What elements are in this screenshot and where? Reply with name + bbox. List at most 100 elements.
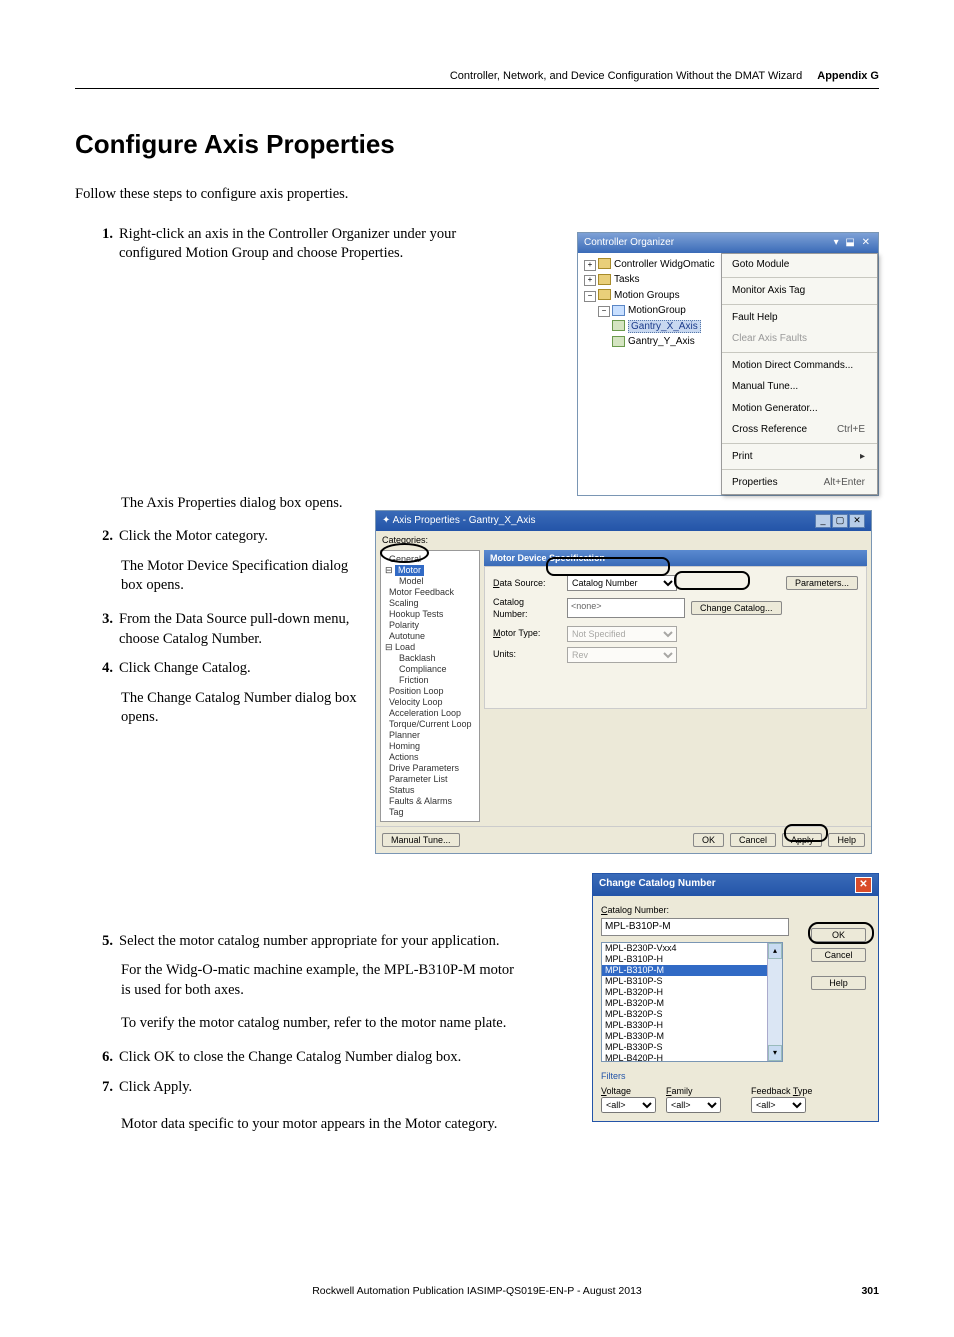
list-item[interactable]: MPL-B310P-H [602,954,782,965]
tree-item[interactable]: Position Loop [381,686,479,697]
menu-item-goto[interactable]: Goto Module [722,254,877,276]
menu-separator [722,304,877,305]
tree-item[interactable]: Drive Parameters [381,763,479,774]
step-sub: For the Widg-O-matic machine example, th… [121,961,521,1000]
window-titlebar: Controller Organizer ▾ ⬓ ✕ [578,233,878,253]
tree-item[interactable]: Status [381,785,479,796]
tree-item[interactable]: Scaling [381,598,479,609]
family-select[interactable]: <all> [666,1097,721,1113]
tree-item[interactable]: Tasks [614,274,640,285]
dialog-titlebar: ✦ Axis Properties - Gantry_X_Axis _▢✕ [376,511,871,531]
menu-item-fault[interactable]: Fault Help [722,307,877,329]
window-buttons[interactable]: _▢✕ [814,514,865,528]
tree-item[interactable]: Controller WidgOmatic [614,259,715,270]
list-item[interactable]: MPL-B420P-H [602,1053,782,1062]
step-sub: To verify the motor catalog number, refe… [121,1014,551,1034]
hotkey-label: Alt+Enter [824,476,865,490]
tree-item[interactable]: Autotune [381,631,479,642]
menu-item-motion-gen[interactable]: Motion Generator... [722,398,877,420]
tree-item[interactable]: Velocity Loop [381,697,479,708]
step-num: 1. [93,225,119,245]
list-item-selected[interactable]: MPL-B310P-M [602,965,782,976]
tree-item[interactable]: Acceleration Loop [381,708,479,719]
tree-item[interactable]: Motor Feedback [381,587,479,598]
cancel-button[interactable]: Cancel [811,948,866,962]
list-item[interactable]: MPL-B330P-S [602,1042,782,1053]
tree-item[interactable]: MotionGroup [628,305,686,316]
catalog-list[interactable]: MPL-B230P-Vxx4 MPL-B310P-H MPL-B310P-M M… [601,942,783,1062]
step-text: From the Data Source pull-down menu, cho… [119,610,359,649]
family-label: Family [666,1085,721,1097]
menu-item-manual-tune[interactable]: Manual Tune... [722,376,877,398]
tree-item[interactable]: Homing [381,741,479,752]
list-item[interactable]: MPL-B310P-S [602,976,782,987]
dialog-title: Axis Properties - Gantry_X_Axis [393,515,536,526]
menu-item-mdc[interactable]: Motion Direct Commands... [722,355,877,377]
tree-item[interactable]: Backlash [381,653,479,664]
voltage-select[interactable]: <all> [601,1097,656,1113]
change-catalog-button[interactable]: Change Catalog... [691,601,782,615]
menu-item-properties[interactable]: PropertiesAlt+Enter [722,472,877,494]
tree-item[interactable]: Model [381,576,479,587]
category-tree[interactable]: General ⊟ Motor Model Motor Feedback Sca… [380,550,480,822]
collapse-icon[interactable]: − [584,291,596,302]
folder-icon [598,258,611,269]
apply-button[interactable]: Apply [782,833,823,847]
step-num: 5. [93,932,119,952]
tree-item[interactable]: Load [395,642,415,652]
tree-item[interactable]: Motion Groups [614,290,680,301]
tree-item[interactable]: Faults & Alarms [381,796,479,807]
menu-item-print[interactable]: Print▸ [722,446,877,468]
list-item[interactable]: MPL-B320P-H [602,987,782,998]
ok-button[interactable]: OK [693,833,724,847]
step-text: Select the motor catalog number appropri… [119,932,519,952]
page-footer: Rockwell Automation Publication IASIMP-Q… [75,1285,879,1297]
parameters-button[interactable]: Parameters... [786,576,858,590]
cancel-button[interactable]: Cancel [730,833,776,847]
scrollbar[interactable]: ▴ ▾ [767,943,782,1061]
tree-item-selected[interactable]: Gantry_X_Axis [628,320,701,333]
list-item[interactable]: MPL-B230P-Vxx4 [602,943,782,954]
tree-item[interactable]: Parameter List [381,774,479,785]
tree-item[interactable]: Polarity [381,620,479,631]
menu-separator [722,352,877,353]
list-item[interactable]: MPL-B330P-M [602,1031,782,1042]
scroll-up-icon[interactable]: ▴ [768,943,782,959]
list-item[interactable]: MPL-B320P-M [602,998,782,1009]
scroll-down-icon[interactable]: ▾ [768,1045,782,1061]
tree-item[interactable]: Compliance [381,664,479,675]
step-text: Right-click an axis in the Controller Or… [119,225,519,264]
data-source-label: Data Source: [493,577,561,589]
expand-icon[interactable]: + [584,260,596,271]
tree-item[interactable]: Hookup Tests [381,609,479,620]
controller-organizer-screenshot: Controller Organizer ▾ ⬓ ✕ + Controller W… [577,232,879,496]
tree-item[interactable]: General [381,554,479,565]
tree-item[interactable]: Gantry_Y_Axis [628,336,695,347]
tree-item-selected[interactable]: Motor [395,565,424,576]
collapse-icon[interactable]: − [598,306,610,317]
tree-item[interactable]: Torque/Current Loop [381,719,479,730]
step-text: Click the Motor category. [119,527,359,547]
tree-item[interactable]: Tag [381,807,479,818]
window-buttons[interactable]: ▾ ⬓ ✕ [834,236,872,250]
page-title: Configure Axis Properties [75,129,879,160]
tree-item[interactable]: Friction [381,675,479,686]
help-button[interactable]: Help [811,976,866,990]
list-item[interactable]: MPL-B320P-S [602,1009,782,1020]
manual-tune-button[interactable]: Manual Tune... [382,833,460,847]
menu-item-xref[interactable]: Cross ReferenceCtrl+E [722,419,877,441]
expand-icon[interactable]: + [584,275,596,286]
menu-separator [722,469,877,470]
list-item[interactable]: MPL-B330P-H [602,1020,782,1031]
feedback-type-select[interactable]: <all> [751,1097,806,1113]
units-select: Rev [567,647,677,663]
ok-button[interactable]: OK [811,928,866,942]
menu-item-monitor[interactable]: Monitor Axis Tag [722,280,877,302]
tree-view[interactable]: +Controller WidgOmatic +Tasks −Motion Gr… [578,253,721,495]
tree-item[interactable]: Actions [381,752,479,763]
tree-item[interactable]: Planner [381,730,479,741]
data-source-select[interactable]: Catalog Number [567,575,677,591]
close-icon[interactable]: ✕ [855,877,872,893]
catalog-number-input[interactable] [601,918,789,936]
help-button[interactable]: Help [828,833,865,847]
